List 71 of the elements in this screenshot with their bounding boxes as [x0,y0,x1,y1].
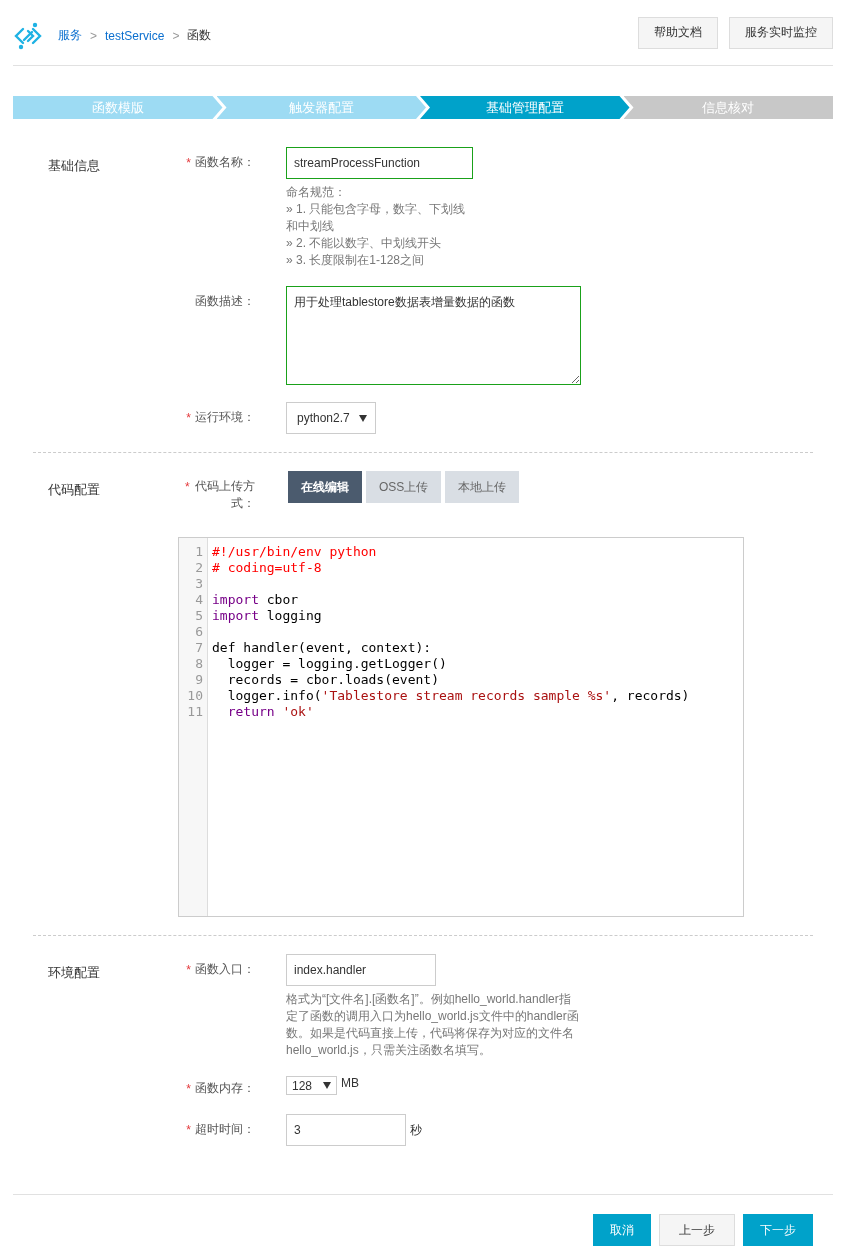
unit-label: MB [341,1076,359,1090]
required-mark: * [186,156,191,170]
required-mark: * [186,411,191,425]
caret-icon [359,414,367,422]
code-line: def handler(event, context): [212,640,432,655]
required-mark: * [186,1123,191,1137]
code-editor[interactable] [178,537,744,917]
line-number: 9 [194,672,204,688]
line-number: 5 [194,608,204,624]
line-number: 2 [194,560,204,576]
hint-text: hello_world.js，只需关注函数名填写。 [286,1042,492,1059]
text-area[interactable]: 用于处理tablestore数据表增量数据的函数 [286,286,581,385]
header-button[interactable]: 服务实时监控 [729,16,833,49]
upload-tab[interactable]: 本地上传 [445,471,520,503]
required-mark: * [186,1082,191,1096]
code-line: return 'ok' [226,704,314,719]
wizard-step: 基础管理配置 [420,96,630,119]
line-number: 6 [194,624,204,640]
code-line: import logging [212,608,322,623]
breadcrumb-link[interactable]: 服务 [58,27,82,44]
input-field[interactable]: index.handler [286,954,436,986]
wizard-step: 触发器配置 [216,96,426,119]
code-line: logger = logging.getLogger() [226,656,447,671]
wizard-step: 函数模版 [13,96,223,119]
breadcrumb-separator: > [90,28,97,43]
section-title: 代码配置 [47,481,101,499]
upload-tab[interactable]: 在线编辑 [288,471,362,503]
field-label: 函数名称： [195,154,255,171]
section-title: 环境配置 [47,964,101,982]
hint-text: » 2. 不能以数字、中划线开头 [286,235,443,252]
header-button[interactable]: 帮助文档 [638,16,718,49]
line-number: 8 [194,656,204,672]
hint-text: 命名规范： [286,184,347,201]
field-label: 运行环境： [195,409,255,426]
line-number: 10 [186,688,204,704]
hint-text: 数。如果是代码直接上传，代码将保存为对应的文件名 [286,1025,575,1042]
line-number: 1 [194,544,204,560]
dropdown[interactable]: python2.7 [286,402,376,434]
hint-text: » 3. 长度限制在1-128之间 [286,252,426,269]
line-number: 11 [186,704,204,720]
code-line: import cbor [212,592,299,607]
code-line: logger.info('Tablestore stream records sample %s', records) [226,688,690,703]
field-label: 超时时间： [195,1121,255,1138]
required-mark: * [185,480,190,494]
logo-icon [13,20,43,51]
line-number: 7 [194,640,204,656]
caret-icon [323,1082,331,1089]
line-number: 3 [194,576,204,592]
breadcrumb-link[interactable]: testService [105,28,165,43]
unit-label: 秒 [410,1122,422,1139]
footer-button[interactable]: 上一步 [659,1214,735,1246]
hint-text: » 1. 只能包含字母，数字、下划线 [286,201,467,218]
field-label: 函数入口： [195,961,255,978]
field-label: 函数内存： [195,1080,255,1097]
line-number: 4 [194,592,204,608]
input-field[interactable]: 3 [286,1114,406,1146]
code-line: # coding=utf-8 [212,560,322,575]
dropdown[interactable]: 128 [286,1076,337,1095]
upload-tab[interactable]: OSS上传 [366,471,442,503]
hint-text: 和中划线 [286,218,335,235]
hint-text: 定了函数的调用入口为hello_world.js文件中的handler函 [286,1008,579,1025]
field-label: 代码上传方式： [194,478,255,512]
code-line: #!/usr/bin/env python [212,544,377,559]
breadcrumb-current: 函数 [187,27,212,44]
breadcrumb-separator: > [172,28,180,43]
required-mark: * [186,963,191,977]
field-label: 函数描述： [195,293,255,310]
section-title: 基础信息 [47,157,101,175]
input-field[interactable]: streamProcessFunction [286,147,473,179]
code-line: records = cbor.loads(event) [226,672,439,687]
hint-text: 格式为“[文件名].[函数名]”。例如hello_world.handler指 [286,991,572,1008]
